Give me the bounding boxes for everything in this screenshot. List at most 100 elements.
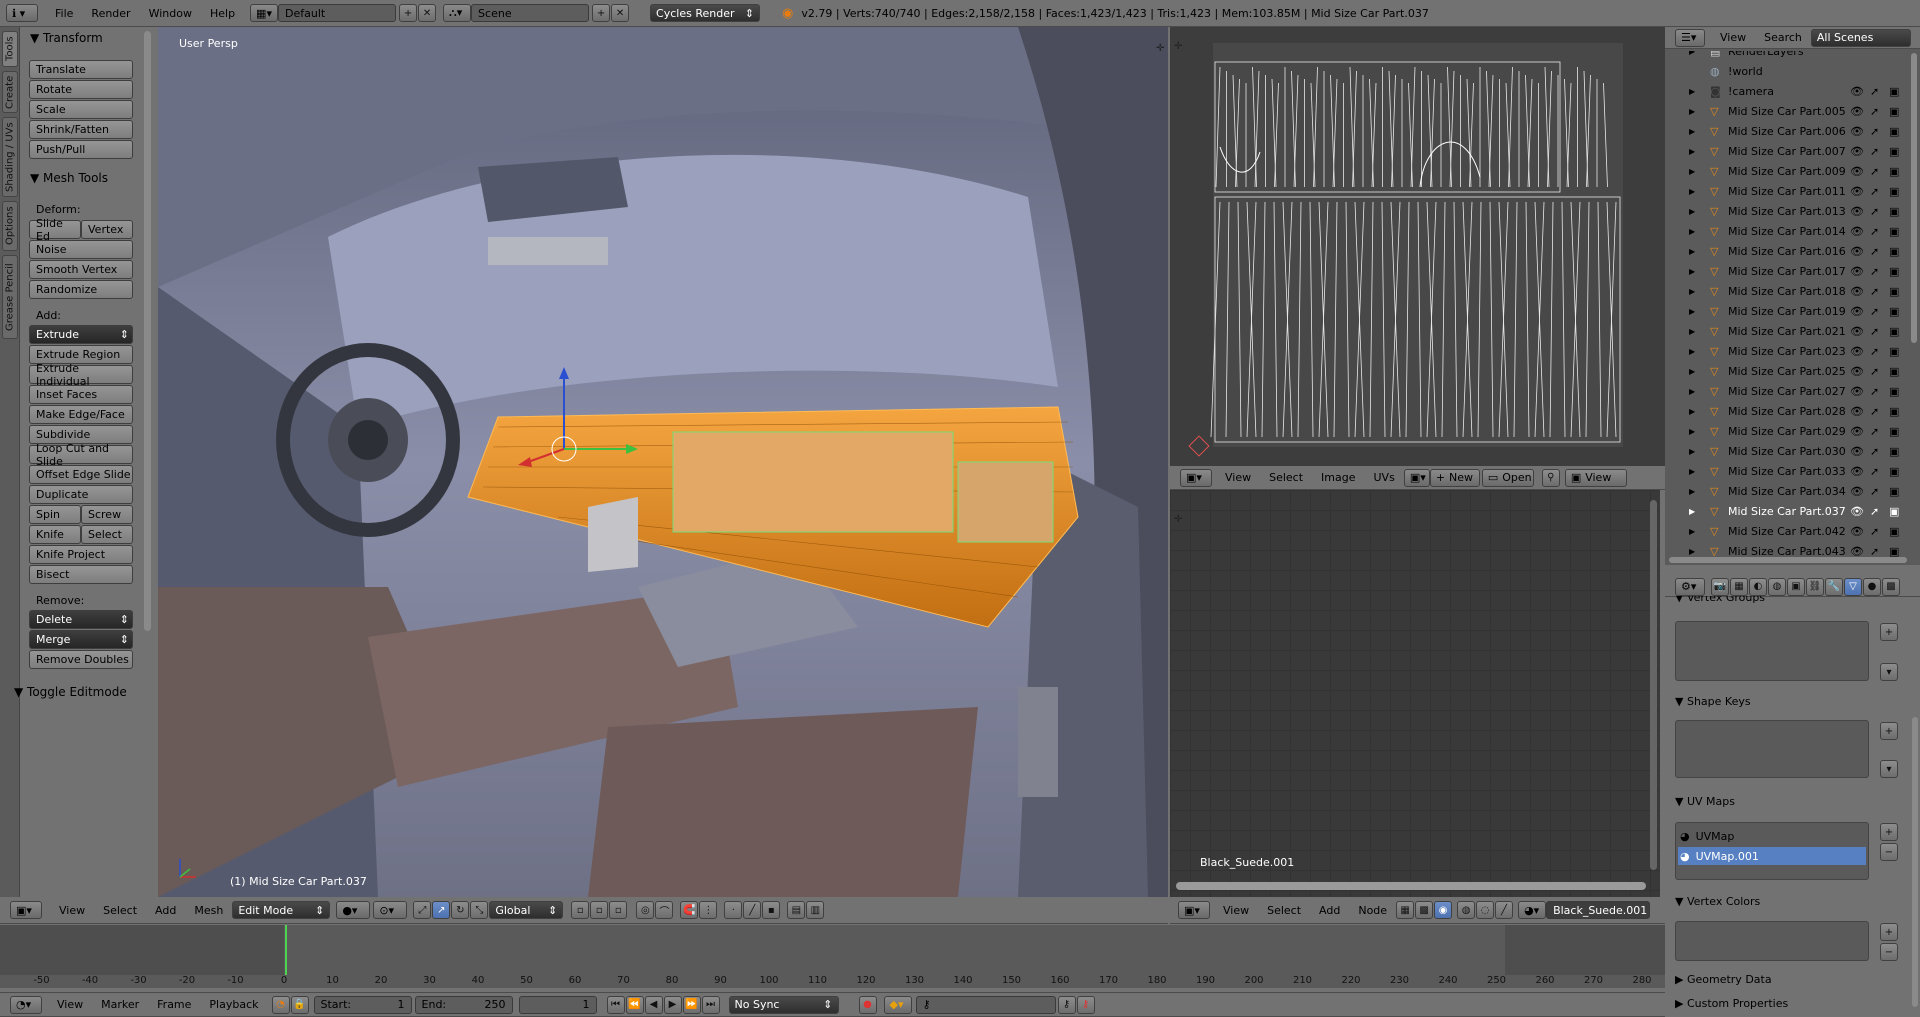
lock-icon[interactable]: 🔒 [290,995,309,1014]
node-v-scrollbar[interactable] [1650,500,1657,870]
current-frame-field[interactable]: 1 [518,995,597,1014]
shape-key-add-icon[interactable]: + [1880,722,1898,740]
render-camera-icon[interactable]: ▣ [1889,385,1899,398]
node-menu-node[interactable]: Node [1349,904,1396,917]
inset-faces-button[interactable]: Inset Faces [29,385,133,404]
object-tab-icon[interactable]: ▣ [1787,577,1805,596]
render-camera-icon[interactable]: ▣ [1889,425,1899,438]
render-camera-icon[interactable]: ▣ [1889,185,1899,198]
layer-icon[interactable]: ▫ [571,901,590,919]
outliner-scope-select[interactable]: All Scenes [1810,28,1911,47]
eye-icon[interactable]: 👁 [1850,545,1864,558]
outliner-row[interactable]: ▶ ▽ Mid Size Car Part.019 👁 ➚ ▣ [1665,301,1910,321]
spin-button[interactable]: Spin [29,505,81,524]
cursor-select-icon[interactable]: ➚ [1870,325,1879,338]
insert-keyframe-icon[interactable]: ⚷ [1057,995,1076,1014]
menu-mesh[interactable]: Mesh [185,904,232,917]
new-image-button[interactable]: + New [1429,468,1480,487]
outliner-row[interactable]: ▶ ▽ Mid Size Car Part.021 👁 ➚ ▣ [1665,321,1910,341]
scene-tab-icon[interactable]: ◐ [1749,577,1767,596]
vertex-slide-button[interactable]: Vertex [81,220,133,239]
editor-type-outliner[interactable]: ☰▾ [1675,28,1705,47]
toggle-editmode-header[interactable]: ▼ Toggle Editmode [14,685,127,699]
vertex-colors-header[interactable]: ▼ Vertex Colors [1675,895,1760,908]
expand-arrow-icon[interactable]: ▶ [1689,507,1695,516]
menu-render[interactable]: Render [82,7,139,20]
layer-icon[interactable]: ▫ [590,901,609,919]
cursor-select-icon[interactable]: ➚ [1870,505,1879,518]
render-camera-icon[interactable]: ▣ [1889,125,1899,138]
constraints-tab-icon[interactable]: ⛓ [1806,577,1824,596]
rotate-button[interactable]: Rotate [29,80,133,99]
cursor-select-icon[interactable]: ➚ [1870,465,1879,478]
render-preview-icon[interactable]: ▤ [787,901,806,919]
eye-icon[interactable]: 👁 [1850,445,1864,458]
render-camera-icon[interactable]: ▣ [1889,85,1899,98]
eye-icon[interactable]: 👁 [1850,485,1864,498]
shape-keys-header[interactable]: ▼ Shape Keys [1675,695,1751,708]
outliner-row[interactable]: ▶ ▽ Mid Size Car Part.011 👁 ➚ ▣ [1665,181,1910,201]
outliner-row[interactable]: ◍ !world [1665,61,1910,81]
cursor-select-icon[interactable]: ➚ [1870,125,1879,138]
layers-tab-icon[interactable]: ▦ [1730,577,1748,596]
node-menu-view[interactable]: View [1214,904,1258,917]
world-nodes-icon[interactable]: ◍ [1457,901,1476,919]
expand-arrow-icon[interactable]: ▶ [1689,427,1695,436]
outliner-row[interactable]: ▶ ▽ Mid Size Car Part.005 👁 ➚ ▣ [1665,101,1910,121]
menu-add[interactable]: Add [146,904,185,917]
outliner-row[interactable]: ▶ ▽ Mid Size Car Part.006 👁 ➚ ▣ [1665,121,1910,141]
noise-button[interactable]: Noise [29,240,133,259]
eye-icon[interactable]: 👁 [1850,305,1864,318]
cursor-select-icon[interactable]: ➚ [1870,285,1879,298]
outliner-menu-view[interactable]: View [1711,31,1755,44]
outliner-row[interactable]: ▶ ▽ Mid Size Car Part.016 👁 ➚ ▣ [1665,241,1910,261]
timeline-menu-marker[interactable]: Marker [92,998,148,1011]
render-anim-icon[interactable]: ▥ [806,901,825,919]
timeline-menu-view[interactable]: View [48,998,92,1011]
render-camera-icon[interactable]: ▣ [1889,205,1899,218]
delete-dropdown[interactable]: Delete ⇕ [29,610,133,629]
render-camera-icon[interactable]: ▣ [1889,465,1899,478]
knife-button[interactable]: Knife [29,525,81,544]
remove-doubles-button[interactable]: Remove Doubles [29,650,133,669]
expand-arrow-icon[interactable]: ▶ [1689,527,1695,536]
menu-file[interactable]: File [46,7,82,20]
uv-menu-view[interactable]: View [1216,471,1260,484]
eye-icon[interactable]: 👁 [1850,125,1864,138]
scene-field[interactable]: Scene [471,4,590,22]
eye-icon[interactable]: 👁 [1850,245,1864,258]
merge-dropdown[interactable]: Merge ⇕ [29,630,133,649]
proportional-edit-icon[interactable]: ◎ [636,901,655,919]
screen-layout-icon[interactable]: ▦▾ [250,4,279,22]
render-camera-icon[interactable]: ▣ [1889,165,1899,178]
render-camera-icon[interactable]: ▣ [1889,545,1899,558]
render-tab-icon[interactable]: 📷 [1711,577,1729,596]
pivot-select[interactable]: ⊙▾ [373,901,408,919]
rotate-manipulator-icon[interactable]: ↻ [451,901,470,919]
corner-plus-icon[interactable]: ✛ [1174,41,1182,52]
eye-icon[interactable]: 👁 [1850,465,1864,478]
outliner-row[interactable]: ▶ ▽ Mid Size Car Part.018 👁 ➚ ▣ [1665,281,1910,301]
render-camera-icon[interactable]: ▣ [1889,305,1899,318]
smooth-vertex-button[interactable]: Smooth Vertex [29,260,133,279]
eye-icon[interactable]: 👁 [1850,265,1864,278]
uv-menu-select[interactable]: Select [1260,471,1312,484]
render-camera-icon[interactable]: ▣ [1889,105,1899,118]
timeline-menu-playback[interactable]: Playback [200,998,267,1011]
eye-icon[interactable]: 👁 [1850,145,1864,158]
world-tab-icon[interactable]: ◍ [1768,577,1786,596]
shape-key-menu-icon[interactable]: ▾ [1880,760,1898,778]
viewport-3d[interactable]: User Persp (1) Mid Size Car Part.037 ✛ [158,27,1168,897]
loop-cut-button[interactable]: Loop Cut and Slide [29,442,133,468]
randomize-button[interactable]: Randomize [29,280,133,299]
uv-map-item[interactable]: ◕ UVMap [1678,827,1866,845]
keying-set-icon[interactable]: ◆▾ [883,995,912,1014]
knife-project-button[interactable]: Knife Project [29,545,133,564]
bisect-button[interactable]: Bisect [29,565,133,584]
editor-type-node[interactable]: ▣▾ [1178,901,1210,919]
outliner-h-scrollbar[interactable] [1669,557,1907,563]
open-image-button[interactable]: ▭ Open [1481,468,1534,487]
tab-tools[interactable]: Tools [2,31,18,67]
render-camera-icon[interactable]: ▣ [1889,485,1899,498]
offset-edge-slide-button[interactable]: Offset Edge Slide [29,465,133,484]
